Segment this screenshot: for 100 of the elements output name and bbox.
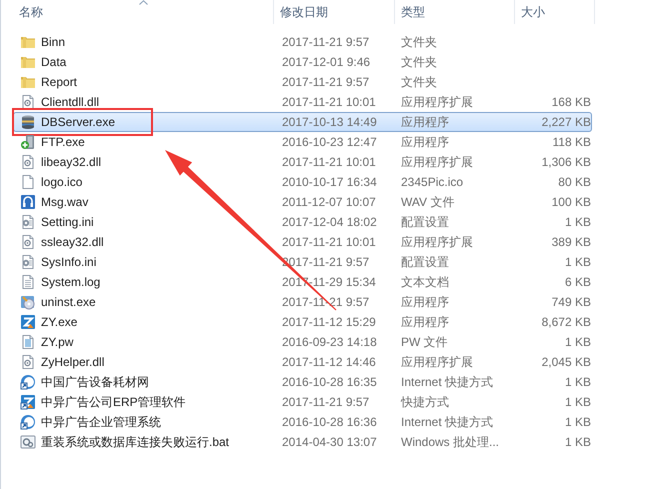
column-header[interactable]: 类型	[395, 0, 515, 24]
file-row[interactable]: ZY.pw 2016-09-23 14:18 PW 文件 1 KB	[13, 332, 592, 352]
file-row[interactable]: ssleay32.dll 2017-11-21 10:01 应用程序扩展 389 KB	[13, 232, 592, 252]
text-document-icon	[20, 274, 36, 290]
file-row[interactable]: Binn 2017-11-21 9:57 文件夹	[13, 32, 592, 52]
type-text: WAV 文件	[401, 195, 454, 209]
shortcut-icon	[20, 394, 36, 410]
size-text: 168 KB	[552, 95, 591, 109]
date-text: 2017-11-21 10:01	[282, 235, 376, 249]
database-icon	[20, 114, 36, 130]
date-text: 2016-10-28 16:36	[282, 415, 377, 429]
size-text: 100 KB	[552, 195, 591, 209]
file-row[interactable]: ZY.exe 2017-11-12 15:29 应用程序 8,672 KB	[13, 312, 592, 332]
gear-document-icon	[20, 154, 36, 170]
size-text: 118 KB	[552, 135, 591, 149]
file-name: Setting.ini	[41, 214, 94, 231]
file-name: 重装系统或数据库连接失败运行.bat	[41, 434, 230, 451]
file-name: libeay32.dll	[41, 154, 102, 171]
size-text: 80 KB	[558, 175, 591, 189]
date-text: 2017-12-04 18:02	[282, 215, 377, 229]
z-app-icon	[20, 314, 36, 330]
type-text: 应用程序扩展	[401, 355, 473, 369]
column-header[interactable]: 名称	[1, 0, 274, 24]
size-text: 389 KB	[552, 235, 591, 249]
size-text: 2,045 KB	[542, 355, 591, 369]
type-text: PW 文件	[401, 335, 448, 349]
file-name: SysInfo.ini	[41, 254, 96, 271]
file-row[interactable]: FTP.exe 2016-10-23 12:47 应用程序 118 KB	[13, 132, 592, 152]
gear-document-icon	[20, 94, 36, 110]
type-text: 文本文档	[401, 275, 449, 289]
column-header[interactable]: 修改日期	[274, 0, 395, 24]
type-text: 应用程序扩展	[401, 95, 473, 109]
date-text: 2016-09-23 14:18	[282, 335, 377, 349]
gear-document-icon	[20, 234, 36, 250]
settings-icon	[20, 254, 36, 270]
size-text: 1 KB	[564, 255, 591, 269]
date-text: 2017-11-21 9:57	[282, 35, 370, 49]
file-row[interactable]: 重装系统或数据库连接失败运行.bat 2014-04-30 13:07 Windows 批处理... 1 KB	[13, 432, 592, 452]
type-text: 应用程序	[401, 315, 449, 329]
file-name: System.log	[41, 274, 100, 291]
type-text: 文件夹	[401, 75, 437, 89]
file-row[interactable]: 中国广告设备耗材网 2016-10-28 16:35 Internet 快捷方式 1 KB	[13, 372, 592, 392]
file-row[interactable]: 中异广告企业管理系统 2016-10-28 16:36 Internet 快捷方式 1 KB	[13, 412, 592, 432]
gear-window-icon	[20, 434, 36, 450]
plus-server-icon	[20, 134, 36, 150]
file-row[interactable]: Data 2017-12-01 9:46 文件夹	[13, 52, 592, 72]
date-text: 2014-04-30 13:07	[282, 435, 377, 449]
date-text: 2017-11-21 10:01	[282, 155, 376, 169]
shortcut-icon	[20, 414, 36, 430]
date-text: 2017-11-21 9:57	[282, 395, 370, 409]
type-text: 应用程序	[401, 115, 449, 129]
file-row[interactable]: logo.ico 2010-10-17 16:34 2345Pic.ico 80 KB	[13, 172, 592, 192]
type-text: 配置设置	[401, 255, 449, 269]
date-text: 2016-10-23 12:47	[282, 135, 377, 149]
file-name: FTP.exe	[41, 134, 85, 151]
document-icon	[20, 174, 36, 190]
file-name: 中异广告公司ERP管理软件	[41, 394, 186, 411]
shortcut-icon	[20, 374, 36, 390]
size-text: 1 KB	[564, 335, 591, 349]
date-text: 2017-12-01 9:46	[282, 55, 370, 69]
file-name: 中异广告企业管理系统	[41, 414, 161, 431]
size-text: 749 KB	[552, 295, 591, 309]
folder-icon	[20, 54, 36, 70]
file-name: uninst.exe	[41, 294, 96, 311]
file-name: ZY.exe	[41, 314, 78, 331]
settings-icon	[20, 214, 36, 230]
disc-installer-icon	[20, 294, 36, 310]
type-text: Internet 快捷方式	[401, 415, 494, 429]
file-row[interactable]: Clientdll.dll 2017-11-21 10:01 应用程序扩展 168 KB	[13, 92, 592, 112]
file-name: ZyHelper.dll	[41, 354, 104, 371]
date-text: 2017-10-13 14:49	[282, 115, 377, 129]
size-text: 2,227 KB	[542, 115, 591, 129]
file-name: Report	[41, 74, 78, 91]
date-text: 2017-11-12 14:46	[282, 355, 376, 369]
size-text: 1 KB	[564, 395, 591, 409]
file-row[interactable]: libeay32.dll 2017-11-21 10:01 应用程序扩展 1,306 KB	[13, 152, 592, 172]
size-text: 1,306 KB	[542, 155, 591, 169]
type-text: 文件夹	[401, 55, 437, 69]
size-text: 6 KB	[564, 275, 591, 289]
column-header[interactable]: 大小	[515, 0, 595, 24]
file-row[interactable]: 中异广告公司ERP管理软件 2017-11-21 9:57 快捷方式 1 KB	[13, 392, 592, 412]
date-text: 2010-10-17 16:34	[282, 175, 377, 189]
gear-document-icon	[20, 354, 36, 370]
file-row[interactable]: ZyHelper.dll 2017-11-12 14:46 应用程序扩展 2,045 KB	[13, 352, 592, 372]
file-name: logo.ico	[41, 174, 82, 191]
size-text: 1 KB	[564, 415, 591, 429]
file-row[interactable]: Report 2017-11-21 9:57 文件夹	[13, 72, 592, 92]
file-row[interactable]: Msg.wav 2011-12-07 10:07 WAV 文件 100 KB	[13, 192, 592, 212]
size-text: 1 KB	[564, 215, 591, 229]
date-text: 2017-11-21 10:01	[282, 95, 376, 109]
file-name: 中国广告设备耗材网	[41, 374, 149, 391]
file-row[interactable]: Setting.ini 2017-12-04 18:02 配置设置 1 KB	[13, 212, 592, 232]
folder-icon	[20, 74, 36, 90]
file-name: ssleay32.dll	[41, 234, 104, 251]
headphones-icon	[20, 194, 36, 210]
type-text: 应用程序扩展	[401, 155, 473, 169]
type-text: 2345Pic.ico	[401, 175, 464, 189]
type-text: Windows 批处理...	[401, 435, 500, 449]
file-name: DBServer.exe	[41, 114, 116, 131]
date-text: 2017-11-21 9:57	[282, 75, 370, 89]
